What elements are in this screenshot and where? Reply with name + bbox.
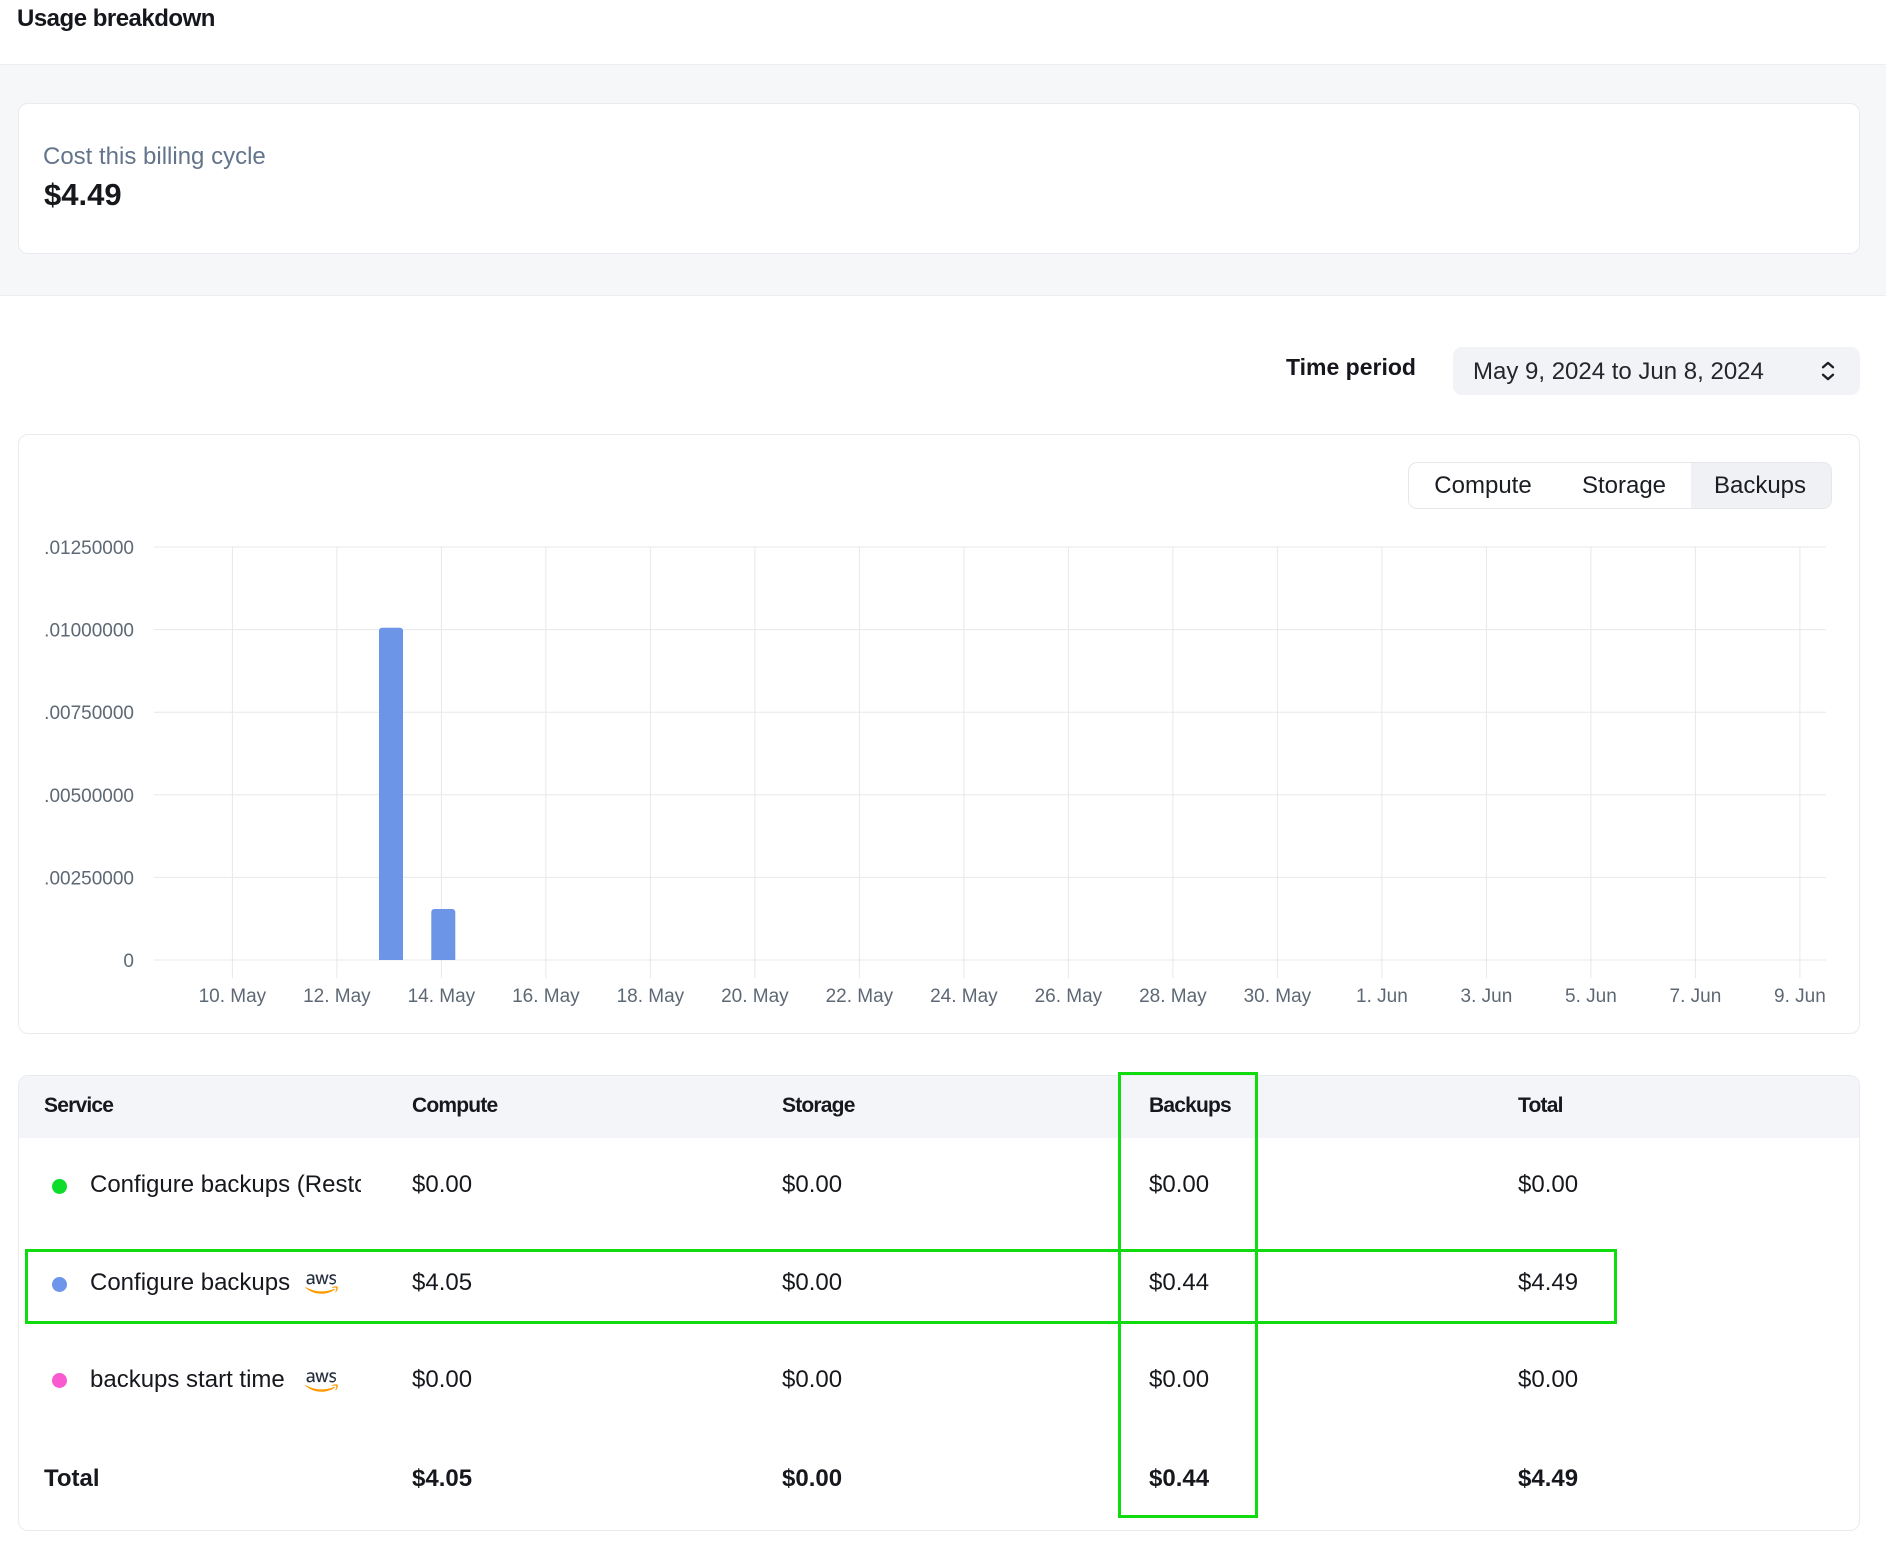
svg-text:.00750000: .00750000 xyxy=(44,703,134,724)
svg-text:7. Jun: 7. Jun xyxy=(1670,986,1722,1007)
svg-text:1. Jun: 1. Jun xyxy=(1356,986,1408,1007)
svg-text:24. May: 24. May xyxy=(930,986,998,1007)
svg-text:0: 0 xyxy=(123,951,134,972)
svg-text:26. May: 26. May xyxy=(1035,986,1103,1007)
svg-text:16. May: 16. May xyxy=(512,986,580,1007)
svg-text:20. May: 20. May xyxy=(721,986,789,1007)
svg-text:28. May: 28. May xyxy=(1139,986,1207,1007)
svg-text:.01000000: .01000000 xyxy=(44,621,134,642)
svg-text:22. May: 22. May xyxy=(826,986,894,1007)
svg-text:14. May: 14. May xyxy=(408,986,476,1007)
svg-text:.00250000: .00250000 xyxy=(44,868,134,889)
svg-text:.01250000: .01250000 xyxy=(44,538,134,559)
svg-text:18. May: 18. May xyxy=(617,986,685,1007)
svg-text:10. May: 10. May xyxy=(199,986,267,1007)
svg-text:5. Jun: 5. Jun xyxy=(1565,986,1617,1007)
svg-text:12. May: 12. May xyxy=(303,986,371,1007)
svg-text:9. Jun: 9. Jun xyxy=(1774,986,1826,1007)
svg-text:30. May: 30. May xyxy=(1244,986,1312,1007)
svg-text:.00500000: .00500000 xyxy=(44,786,134,807)
svg-text:3. Jun: 3. Jun xyxy=(1461,986,1513,1007)
